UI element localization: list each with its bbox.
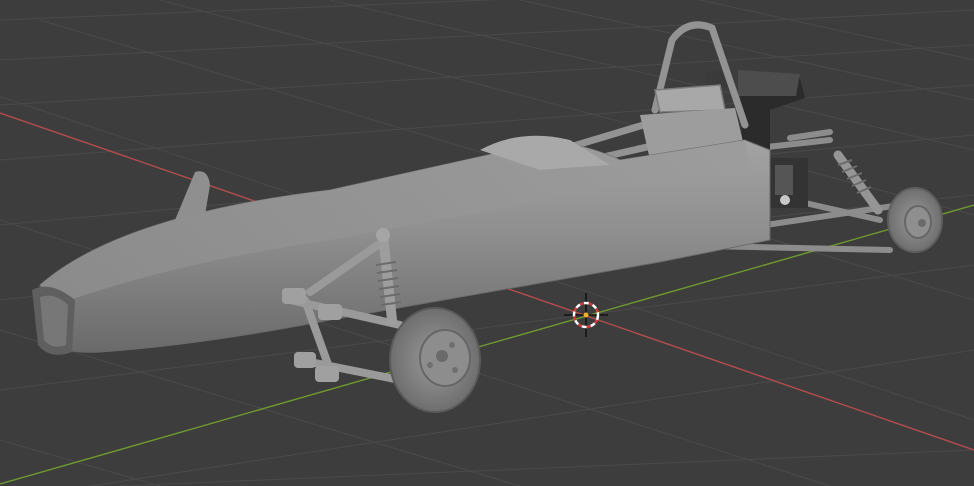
3d-viewport[interactable] bbox=[0, 0, 974, 486]
rear-wheel-hub[interactable] bbox=[887, 187, 943, 253]
front-wheel-hub[interactable] bbox=[389, 307, 481, 413]
viewport-canvas[interactable] bbox=[0, 0, 974, 486]
rear-coilover[interactable] bbox=[833, 150, 883, 215]
3d-cursor-icon[interactable] bbox=[564, 293, 608, 337]
